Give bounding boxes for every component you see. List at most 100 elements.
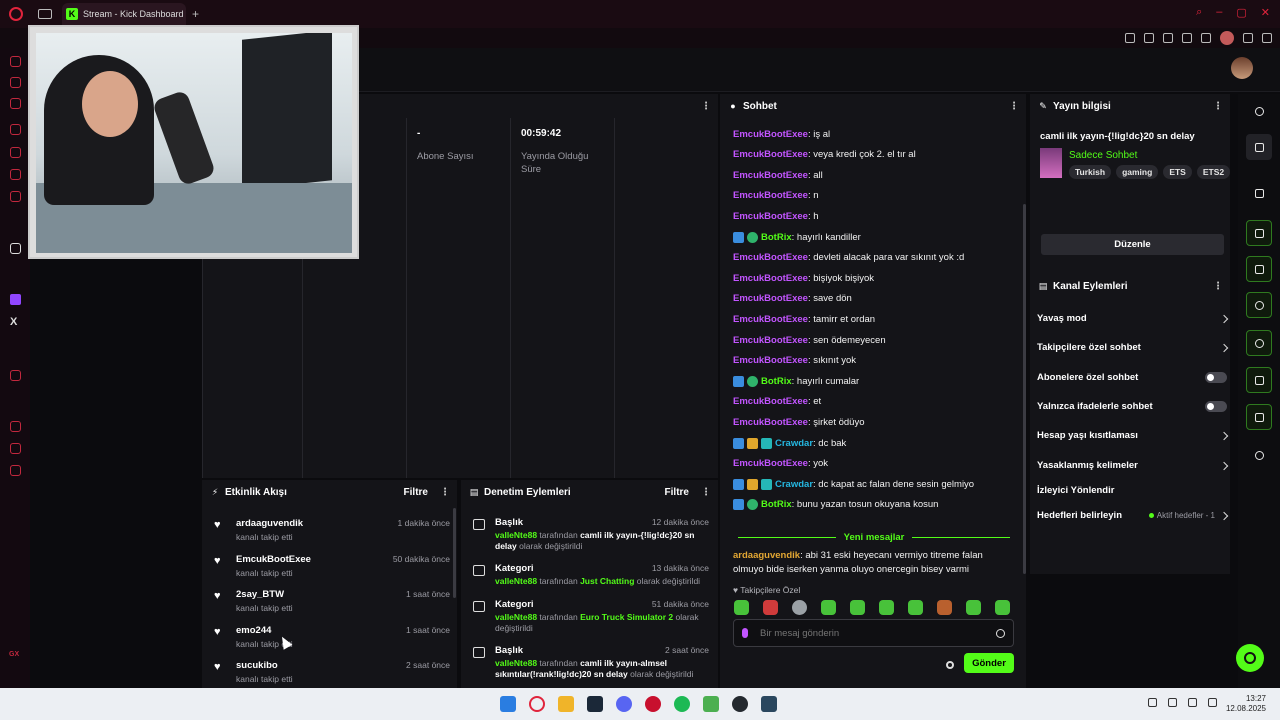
action-slow-mode[interactable]: Yavaş mod — [1037, 313, 1229, 324]
x-icon[interactable]: X — [10, 316, 17, 328]
search-icon[interactable]: ⌕ — [1196, 6, 1202, 19]
emote-icon[interactable] — [763, 600, 778, 615]
action-followers-only[interactable]: Takipçilere özel sohbet — [1037, 342, 1229, 353]
chat-scrollbar[interactable] — [1023, 204, 1026, 574]
speaker-icon[interactable] — [1188, 698, 1197, 707]
kick-icon[interactable] — [10, 243, 21, 254]
broadcast-icon[interactable] — [1246, 330, 1272, 356]
green-badge-icon[interactable] — [747, 231, 758, 243]
action-goals[interactable]: Hedefleri belirleyin Aktif hedefler - 1 — [1037, 510, 1229, 521]
opera-logo-icon[interactable] — [9, 7, 23, 21]
chat-username[interactable]: EmcukBootExee — [733, 190, 808, 201]
steam-icon[interactable] — [587, 696, 603, 712]
send-button[interactable]: Gönder — [964, 653, 1014, 673]
chat-message-list[interactable]: EmcukBootExee: tamam ondan devam edelimE… — [720, 118, 1020, 528]
moderator-name[interactable]: valleNte88 — [495, 658, 537, 668]
blue-badge-icon[interactable] — [733, 231, 744, 243]
moderator-name[interactable]: valleNte88 — [495, 612, 537, 622]
minimize-icon[interactable]: – — [1216, 6, 1222, 19]
wrench-icon[interactable] — [1246, 404, 1272, 430]
chat-username[interactable]: EmcukBootExee — [733, 314, 808, 325]
cube-icon[interactable] — [10, 443, 21, 454]
emote-icon[interactable] — [937, 600, 952, 615]
channel-actions-menu-icon[interactable]: ⋮ — [1213, 281, 1223, 292]
chat-username[interactable]: BotRix — [761, 376, 792, 387]
close-icon[interactable]: ✕ — [1261, 6, 1270, 19]
action-account-age[interactable]: Hesap yaşı kısıtlaması — [1037, 430, 1229, 441]
teal-badge-icon[interactable] — [761, 437, 772, 449]
moderator-name[interactable]: valleNte88 — [495, 530, 537, 540]
chat-username[interactable]: EmcukBootExee — [733, 293, 808, 304]
controller-icon[interactable] — [10, 169, 21, 180]
chat-username[interactable]: EmcukBootExee — [733, 396, 808, 407]
emote-icon[interactable] — [908, 600, 923, 615]
heart-icon[interactable] — [1201, 33, 1211, 43]
download-icon[interactable] — [1243, 33, 1253, 43]
home-icon[interactable] — [10, 56, 21, 67]
blue-badge-icon[interactable] — [733, 478, 744, 490]
browser-tab[interactable]: K Stream - Kick Dashboard — [62, 3, 186, 25]
github-icon[interactable] — [732, 696, 748, 712]
green-badge-icon[interactable] — [747, 499, 758, 511]
emote-icon[interactable] — [792, 600, 807, 615]
activity-username[interactable]: sucukibo — [236, 660, 278, 671]
chat-username[interactable]: EmcukBootExee — [733, 273, 808, 284]
chat-username[interactable]: EmcukBootExee — [733, 458, 808, 469]
chat-username[interactable]: Crawdar — [775, 479, 813, 490]
chat-username[interactable]: EmcukBootExee — [733, 355, 808, 366]
steam-2-icon[interactable] — [761, 696, 777, 712]
menu-icon[interactable] — [1262, 33, 1272, 43]
subscribers-only-toggle[interactable] — [1205, 372, 1227, 383]
settings-icon[interactable] — [10, 465, 21, 476]
battery-icon[interactable] — [1208, 698, 1217, 707]
chat-input-box[interactable] — [733, 619, 1014, 647]
snapshot-icon[interactable] — [1144, 33, 1154, 43]
chat-username[interactable]: ardaaguvendik — [733, 550, 800, 561]
app-green-icon[interactable] — [703, 696, 719, 712]
blue-badge-icon[interactable] — [733, 437, 744, 449]
microphone-icon[interactable] — [1168, 698, 1177, 707]
info-icon[interactable] — [1246, 98, 1272, 124]
lightning-icon[interactable] — [1246, 220, 1272, 246]
moderator-name[interactable]: valleNte88 — [495, 576, 537, 586]
activity-filter-button[interactable]: Filtre — [404, 487, 428, 498]
crown-badge-icon[interactable] — [747, 478, 758, 490]
play-circle-icon[interactable] — [10, 370, 21, 381]
mic-icon[interactable] — [742, 628, 748, 638]
file-explorer-icon[interactable] — [558, 696, 574, 712]
emote-icon[interactable] — [879, 600, 894, 615]
emote-icon[interactable] — [734, 600, 749, 615]
blue-badge-icon[interactable] — [733, 499, 744, 511]
activity-username[interactable]: ardaaguvendik — [236, 518, 303, 529]
chat-username[interactable]: Crawdar — [775, 438, 813, 449]
document-icon[interactable] — [1246, 256, 1272, 282]
stats-menu-icon[interactable]: ⋮ — [701, 101, 711, 112]
green-badge-icon[interactable] — [747, 375, 758, 387]
moderation-menu-icon[interactable]: ⋮ — [701, 487, 711, 498]
pin-icon[interactable] — [1125, 33, 1135, 43]
twitch-icon[interactable] — [10, 294, 21, 305]
chat-icon[interactable] — [1246, 292, 1272, 318]
printer-icon[interactable] — [1246, 367, 1272, 393]
emotes-only-toggle[interactable] — [1205, 401, 1227, 412]
app-red-icon[interactable] — [645, 696, 661, 712]
chat-username[interactable]: EmcukBootExee — [733, 118, 808, 119]
emote-icon[interactable] — [821, 600, 836, 615]
activity-scrollbar[interactable] — [453, 508, 456, 598]
emote-icon[interactable] — [850, 600, 865, 615]
pencil-icon[interactable] — [1246, 134, 1272, 160]
chat-username[interactable]: BotRix — [761, 499, 792, 510]
activity-menu-icon[interactable]: ⋮ — [440, 487, 450, 498]
profile-avatar[interactable] — [1220, 31, 1234, 45]
chat-username[interactable]: EmcukBootExee — [733, 417, 808, 428]
chat-menu-icon[interactable]: ⋮ — [1009, 101, 1019, 112]
gaming-icon[interactable] — [10, 77, 21, 88]
user-avatar[interactable] — [1231, 57, 1253, 79]
webcam-preview[interactable] — [28, 25, 359, 259]
opera-gx-icon[interactable] — [529, 696, 545, 712]
m-icon[interactable] — [10, 191, 21, 202]
new-messages-divider[interactable]: Yeni mesajlar — [730, 531, 1018, 543]
chat-input[interactable] — [760, 627, 996, 639]
spotify-icon[interactable] — [674, 696, 690, 712]
fullscreen-icon[interactable] — [1246, 180, 1272, 206]
